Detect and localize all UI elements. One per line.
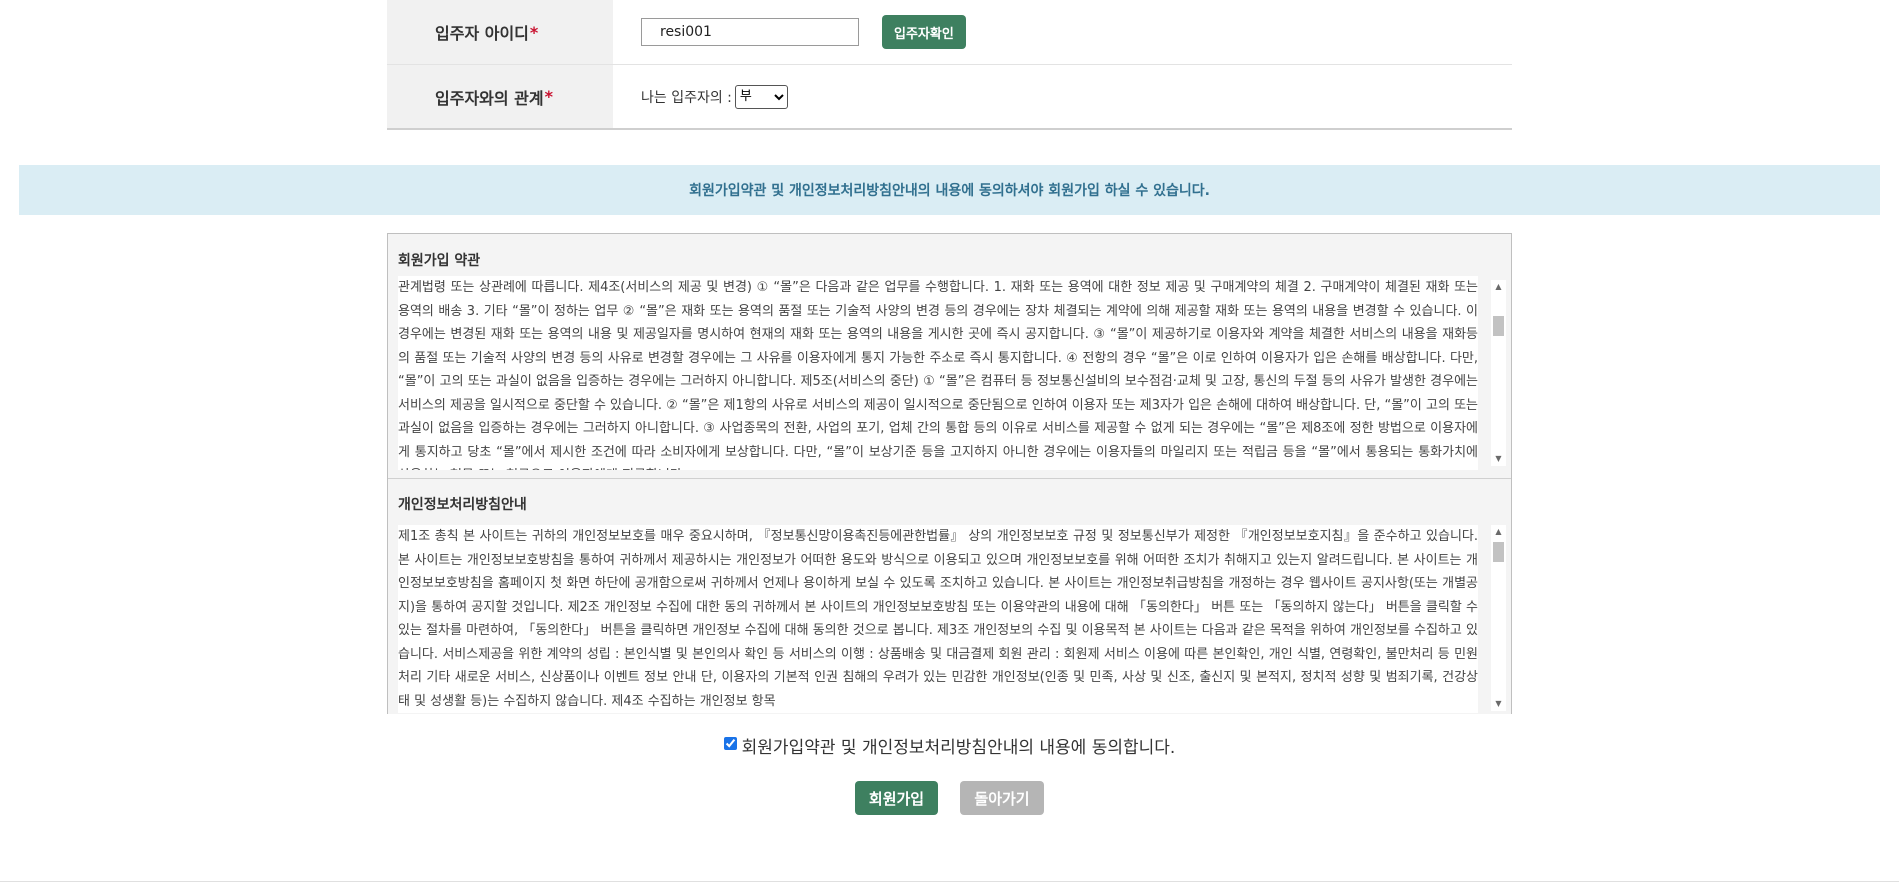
scroll-up-arrow-icon[interactable]: ▲: [1491, 280, 1506, 294]
privacy-scrollbar[interactable]: ▲ ▼: [1491, 525, 1506, 711]
scroll-up-arrow-icon[interactable]: ▲: [1491, 525, 1506, 539]
agree-label[interactable]: 회원가입약관 및 개인정보처리방침안내의 내용에 동의합니다.: [742, 733, 1176, 758]
scroll-down-arrow-icon[interactable]: ▼: [1491, 452, 1506, 466]
privacy-scroll-thumb[interactable]: [1493, 542, 1504, 562]
resident-id-row: 입주자 아이디* 입주자확인: [387, 0, 1512, 65]
resident-id-label-text: 입주자 아이디: [435, 24, 529, 43]
footer-divider: [0, 881, 1899, 882]
resident-id-label: 입주자 아이디 *: [387, 0, 613, 64]
agree-checkbox[interactable]: [723, 736, 737, 750]
terms-section: 회원가입 약관 관계법령 또는 상관례에 따릅니다. 제4조(서비스의 제공 및…: [388, 234, 1511, 479]
terms-text[interactable]: 관계법령 또는 상관례에 따릅니다. 제4조(서비스의 제공 및 변경) ① “…: [398, 276, 1478, 470]
scroll-down-arrow-icon[interactable]: ▼: [1491, 697, 1506, 711]
relation-value-cell: 나는 입주자의 : 부: [613, 65, 1512, 128]
resident-form-table: 입주자 아이디* 입주자확인 입주자와의 관계* 나는 입주자의 : 부: [387, 0, 1512, 130]
relation-label: 입주자와의 관계 *: [387, 65, 613, 128]
relation-label-text: 입주자와의 관계: [435, 88, 544, 108]
relation-select[interactable]: 부: [734, 84, 788, 109]
resident-id-input[interactable]: [641, 18, 859, 46]
terms-title: 회원가입 약관: [398, 253, 481, 269]
relation-row: 입주자와의 관계 * 나는 입주자의 : 부: [387, 65, 1512, 128]
resident-id-value-cell: 입주자확인: [613, 0, 1512, 64]
required-mark: *: [544, 87, 553, 106]
terms-box: 회원가입 약관 관계법령 또는 상관례에 따릅니다. 제4조(서비스의 제공 및…: [387, 233, 1512, 714]
privacy-text[interactable]: 제1조 총칙 본 사이트는 귀하의 개인정보보호를 매우 중요시하며, 『정보통…: [398, 525, 1478, 713]
privacy-title: 개인정보처리방침안내: [398, 497, 527, 513]
terms-scrollbar[interactable]: ▲ ▼: [1491, 280, 1506, 466]
required-mark: *: [529, 22, 539, 42]
agree-row: 회원가입약관 및 개인정보처리방침안내의 내용에 동의합니다.: [0, 733, 1899, 758]
action-buttons: 회원가입 돌아가기: [0, 781, 1899, 815]
resident-check-button[interactable]: 입주자확인: [882, 15, 966, 49]
signup-button[interactable]: 회원가입: [855, 781, 938, 815]
back-button[interactable]: 돌아가기: [960, 781, 1044, 815]
agreement-notice: 회원가입약관 및 개인정보처리방침안내의 내용에 동의하셔야 회원가입 하실 수…: [19, 165, 1880, 215]
privacy-section: 개인정보처리방침안내 제1조 총칙 본 사이트는 귀하의 개인정보보호를 매우 …: [388, 479, 1511, 714]
relation-prefix-text: 나는 입주자의 :: [641, 89, 732, 106]
terms-scroll-thumb[interactable]: [1493, 316, 1504, 336]
